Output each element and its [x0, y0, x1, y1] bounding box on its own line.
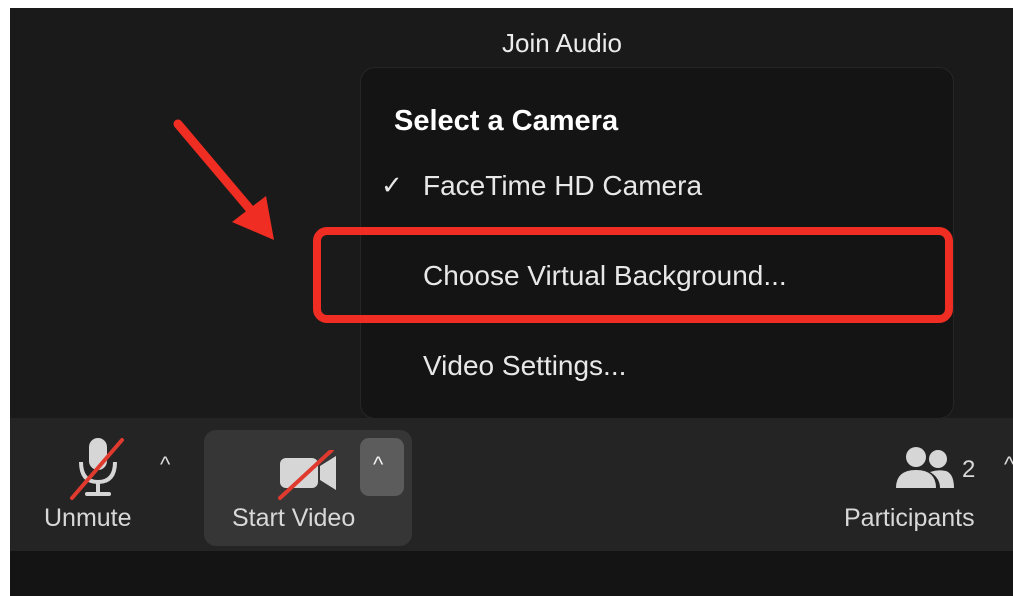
checkmark-icon: ✓: [381, 170, 403, 200]
menu-item-facetime-camera[interactable]: ✓ FaceTime HD Camera: [361, 163, 953, 209]
menu-item-label: Video Settings...: [423, 350, 627, 381]
start-video-button[interactable]: ^ Start Video: [204, 430, 412, 546]
chevron-up-icon: ^: [373, 452, 384, 477]
microphone-muted-icon[interactable]: [68, 436, 132, 507]
menu-item-video-settings[interactable]: Video Settings...: [361, 343, 953, 389]
participants-icon[interactable]: [894, 446, 956, 497]
unmute-label[interactable]: Unmute: [44, 504, 132, 533]
participants-chevron-icon[interactable]: ^: [1004, 452, 1013, 478]
join-audio-button[interactable]: Join Audio: [480, 28, 644, 59]
video-options-chevron-button[interactable]: ^: [360, 438, 404, 496]
menu-item-label: FaceTime HD Camera: [423, 170, 703, 201]
participant-count: 2: [962, 456, 976, 483]
bottom-strip: [10, 551, 1013, 596]
start-video-label: Start Video: [232, 504, 356, 532]
participants-label[interactable]: Participants: [844, 504, 975, 533]
pointer-arrow-annotation: [173, 119, 274, 240]
meeting-toolbar: ^ Unmute ^ Start Video 2 ^ Participants: [10, 418, 1013, 551]
audio-options-chevron-icon[interactable]: ^: [160, 452, 170, 478]
meeting-window: Join Audio Select a Camera ✓ FaceTime HD…: [10, 8, 1013, 596]
menu-heading: Select a Camera: [394, 105, 619, 137]
highlight-box-annotation: [313, 227, 953, 323]
video-camera-off-icon: [278, 448, 342, 507]
